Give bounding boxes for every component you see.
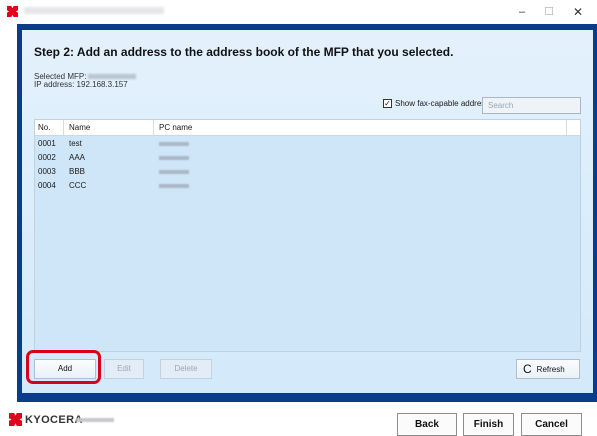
window-title <box>24 7 164 14</box>
back-button[interactable]: Back <box>397 413 457 436</box>
row-pc-name <box>159 184 189 188</box>
column-divider[interactable] <box>566 120 567 135</box>
maximize-button[interactable]: ☐ <box>537 3 561 21</box>
column-header-pc-name[interactable]: PC name <box>159 120 192 136</box>
ip-address: IP address: 192.168.3.157 <box>34 80 128 89</box>
version-text <box>76 418 114 422</box>
selected-mfp-value <box>88 74 137 80</box>
address-table[interactable]: No. Name PC name 0001 test 0002 AAA 0003… <box>34 119 581 352</box>
column-divider[interactable] <box>63 120 64 135</box>
column-header-name[interactable]: Name <box>69 120 90 136</box>
row-pc-name <box>159 170 189 174</box>
finish-button[interactable]: Finish <box>463 413 514 436</box>
table-row[interactable]: 0001 test <box>35 137 580 151</box>
table-row[interactable]: 0002 AAA <box>35 151 580 165</box>
row-name: CCC <box>69 181 87 190</box>
page-title: Step 2: Add an address to the address bo… <box>34 45 454 59</box>
edit-button[interactable]: Edit <box>104 359 144 379</box>
refresh-button[interactable]: C Refresh <box>516 359 580 379</box>
row-number: 0004 <box>38 181 56 190</box>
search-input[interactable]: Search <box>482 97 581 114</box>
row-number: 0002 <box>38 153 56 162</box>
table-header: No. Name PC name <box>35 120 580 136</box>
add-button-highlight <box>26 350 101 384</box>
row-number: 0003 <box>38 167 56 176</box>
fax-capable-checkbox[interactable]: ✓ <box>383 99 392 108</box>
table-row[interactable]: 0003 BBB <box>35 165 580 179</box>
row-number: 0001 <box>38 139 56 148</box>
row-name: test <box>69 139 82 148</box>
refresh-label: Refresh <box>536 365 565 374</box>
title-bar: – ☐ ✕ <box>0 0 597 24</box>
column-divider[interactable] <box>153 120 154 135</box>
table-row[interactable]: 0004 CCC <box>35 179 580 193</box>
column-header-no[interactable]: No. <box>38 120 50 136</box>
refresh-icon: C <box>523 362 532 376</box>
delete-button[interactable]: Delete <box>160 359 212 379</box>
fax-capable-toggle[interactable]: ✓ Show fax-capable addresses <box>383 99 498 108</box>
app-logo-icon <box>7 6 18 17</box>
close-button[interactable]: ✕ <box>566 3 590 21</box>
kyocera-logo-icon <box>9 413 22 426</box>
row-pc-name <box>159 142 189 146</box>
row-name: AAA <box>69 153 86 162</box>
brand-logo: KYOCERA <box>9 413 83 426</box>
brand-name: KYOCERA <box>25 413 83 426</box>
cancel-button[interactable]: Cancel <box>521 413 582 436</box>
minimize-button[interactable]: – <box>510 3 534 21</box>
row-name: BBB <box>69 167 86 176</box>
row-pc-name <box>159 156 189 160</box>
